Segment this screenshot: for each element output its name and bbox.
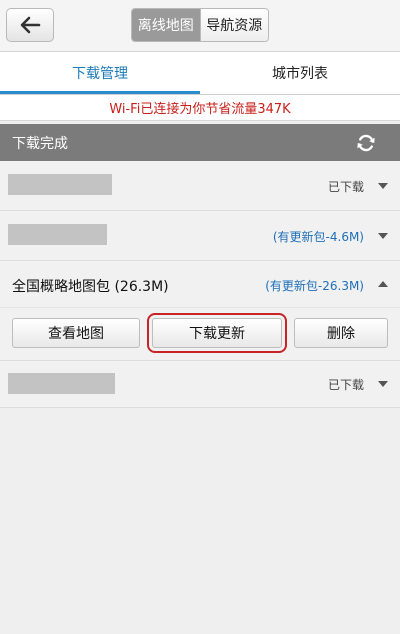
mode-segmented-control: 离线地图 导航资源	[131, 8, 269, 42]
item-status: (有更新包-26.3M)	[265, 279, 364, 293]
chevron-up-icon[interactable]	[378, 281, 388, 287]
refresh-icon[interactable]	[356, 133, 376, 153]
back-button[interactable]	[6, 8, 54, 42]
delete-button[interactable]: 删除	[294, 318, 388, 348]
section-title: 下载完成	[12, 135, 68, 152]
download-item[interactable]: 已下载	[0, 161, 400, 211]
item-actions: 查看地图 下载更新 删除	[0, 308, 400, 361]
section-header: 下载完成	[0, 124, 400, 161]
view-map-button[interactable]: 查看地图	[12, 318, 140, 348]
download-item[interactable]: 已下载	[0, 361, 400, 408]
item-status: 已下载	[327, 180, 364, 194]
item-status: 已下载	[327, 378, 364, 392]
item-title: 全国概略地图包 (26.3M)	[12, 279, 169, 295]
item-name-placeholder	[8, 224, 107, 245]
tab-download-manager[interactable]: 下载管理	[0, 52, 200, 94]
item-name-placeholder	[8, 174, 112, 195]
download-update-button[interactable]: 下载更新	[147, 313, 287, 353]
back-arrow-icon	[20, 16, 41, 34]
chevron-down-icon[interactable]	[378, 183, 388, 189]
download-item-expanded[interactable]: 全国概略地图包 (26.3M) (有更新包-26.3M)	[0, 261, 400, 308]
tab-bar: 下载管理 城市列表	[0, 52, 400, 94]
chevron-down-icon[interactable]	[378, 381, 388, 387]
wifi-notice: Wi-Fi已连接为你节省流量347K	[0, 95, 400, 121]
segment-nav-resources[interactable]: 导航资源	[199, 9, 268, 41]
segment-offline-map[interactable]: 离线地图	[132, 9, 200, 41]
item-status: (有更新包-4.6M)	[272, 230, 364, 244]
chevron-down-icon[interactable]	[378, 233, 388, 239]
download-item[interactable]: (有更新包-4.6M)	[0, 211, 400, 261]
item-name-placeholder	[8, 373, 115, 394]
tab-city-list[interactable]: 城市列表	[200, 52, 400, 94]
top-bar: 离线地图 导航资源	[0, 0, 400, 52]
